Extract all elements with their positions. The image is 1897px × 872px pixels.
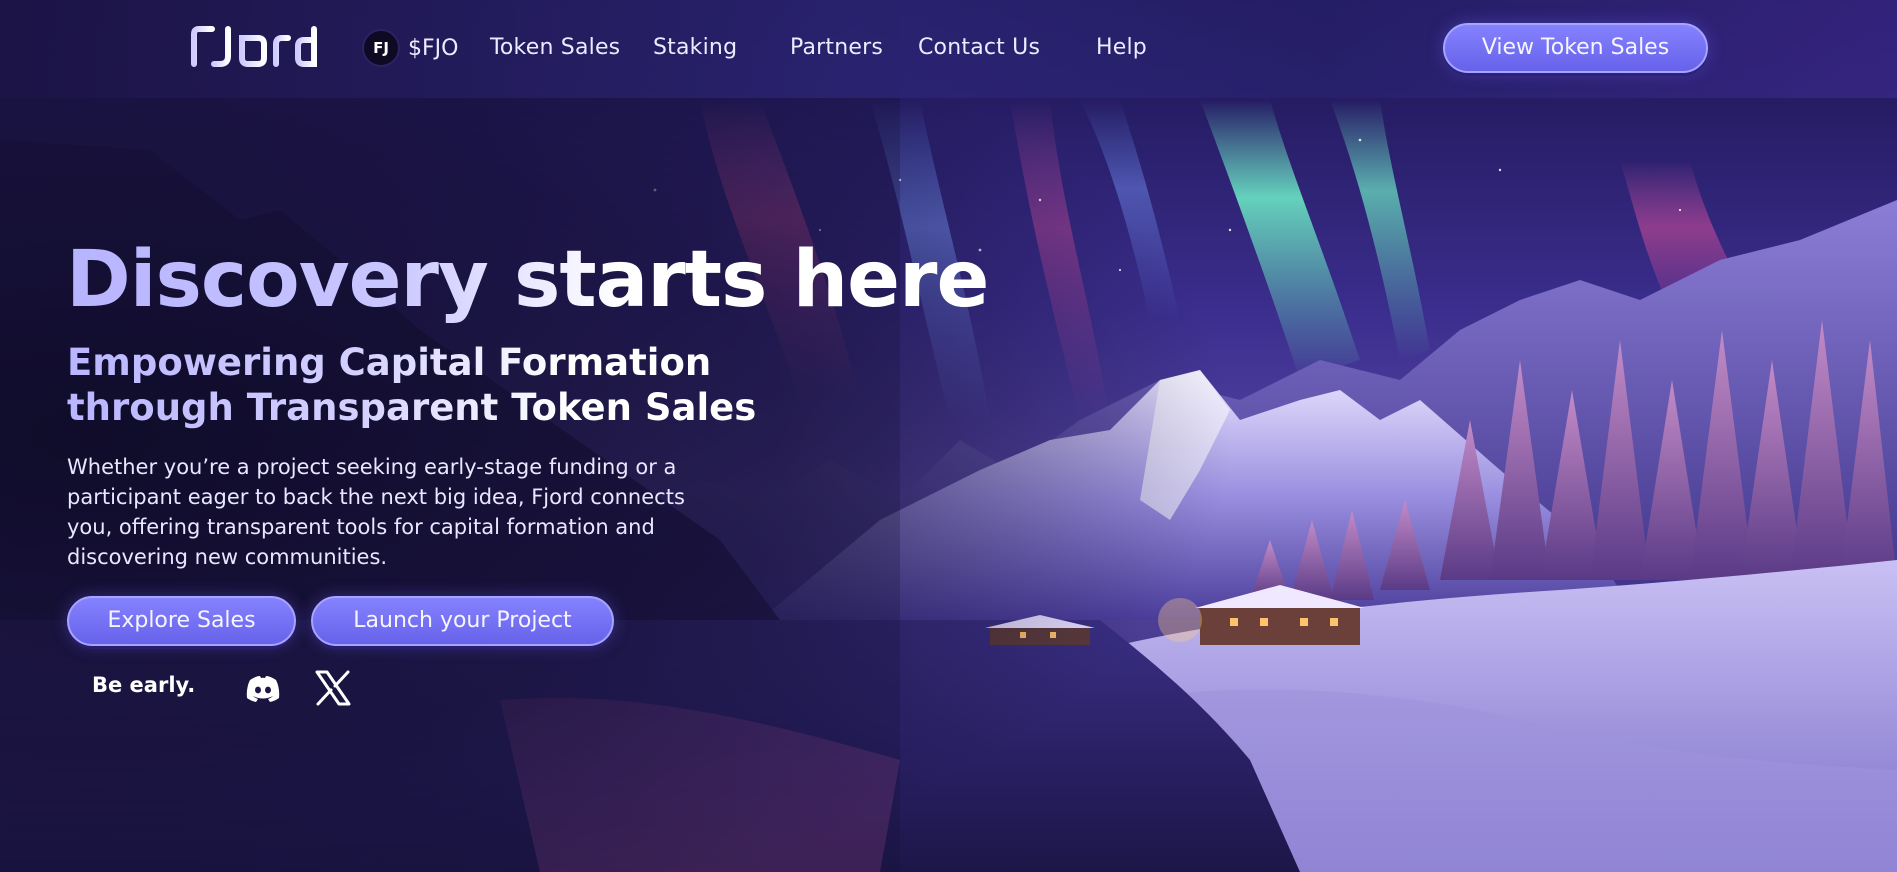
fjord-logo-mark — [191, 26, 317, 67]
nav-token-sales[interactable]: Token Sales — [490, 28, 620, 68]
hero-title: Discovery starts here — [66, 232, 989, 328]
nav-contact-us[interactable]: Contact Us — [918, 28, 1040, 68]
hero-subtitle: Empowering Capital Formation through Tra… — [67, 340, 787, 430]
token-ticker: $FJO — [408, 35, 459, 61]
tagline: Be early. — [92, 673, 196, 697]
view-token-sales-button[interactable]: View Token Sales — [1443, 23, 1708, 73]
nav-staking[interactable]: Staking — [653, 28, 737, 68]
x-icon[interactable] — [313, 668, 353, 708]
discord-icon[interactable] — [243, 668, 283, 708]
explore-sales-button[interactable]: Explore Sales — [67, 596, 296, 646]
top-navigation-bar: FJ $FJO Token Sales Staking Partners Con… — [0, 0, 1897, 98]
hero-background-image — [0, 0, 1897, 872]
token-badge[interactable]: FJ $FJO — [362, 28, 458, 68]
nav-partners[interactable]: Partners — [790, 28, 883, 68]
fjord-logo[interactable] — [188, 22, 320, 70]
hero-description: Whether you’re a project seeking early-s… — [67, 455, 685, 569]
launch-project-button[interactable]: Launch your Project — [311, 596, 614, 646]
fjo-token-icon: FJ — [362, 29, 400, 67]
nav-help[interactable]: Help — [1096, 28, 1147, 68]
